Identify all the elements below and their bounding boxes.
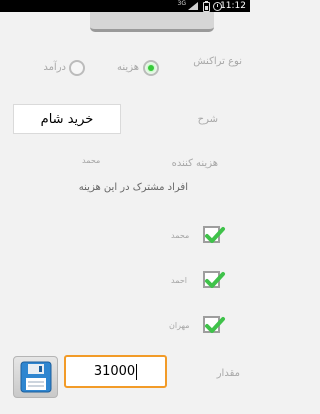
checkmark-icon [205, 272, 225, 288]
description-label: شرح [197, 114, 218, 125]
radio-income-label: درآمد [43, 62, 66, 73]
checkmark-icon [205, 317, 225, 333]
radio-income[interactable] [69, 60, 85, 76]
checkmark-icon [205, 227, 225, 243]
amount-input[interactable]: 31000 [64, 355, 167, 388]
amount-value: 31000 [93, 364, 136, 379]
transaction-type-label: نوع تراکنش [193, 56, 242, 67]
participant-checkbox-mohammad[interactable] [203, 226, 225, 243]
participant-checkbox-ahmad[interactable] [203, 271, 225, 288]
text-cursor [136, 363, 138, 380]
save-button[interactable] [13, 356, 58, 398]
description-value: خرید شام [40, 111, 94, 127]
amount-label: مقدار [216, 368, 240, 379]
description-field[interactable]: خرید شام [13, 104, 121, 134]
payer-label: هزینه کننده [171, 158, 218, 169]
participants-heading: افراد مشترک در این هزینه [78, 182, 188, 193]
payer-value[interactable]: محمد [82, 156, 100, 165]
participant-name-mehran: مهران [169, 321, 190, 330]
floppy-disk-icon [20, 361, 52, 393]
participant-name-ahmad: احمد [171, 276, 187, 285]
signal-icon [188, 2, 198, 10]
radio-expense[interactable] [143, 60, 159, 76]
battery-icon [203, 1, 210, 12]
participant-name-mohammad: محمد [171, 231, 190, 240]
status-time: 11:12 [220, 1, 246, 11]
radio-expense-label: هزینه [117, 62, 139, 73]
top-tab-bar[interactable] [90, 12, 214, 32]
participant-checkbox-mehran[interactable] [203, 316, 225, 333]
status-bar: 3G 11:12 [0, 0, 250, 12]
network-type: 3G [177, 0, 186, 7]
